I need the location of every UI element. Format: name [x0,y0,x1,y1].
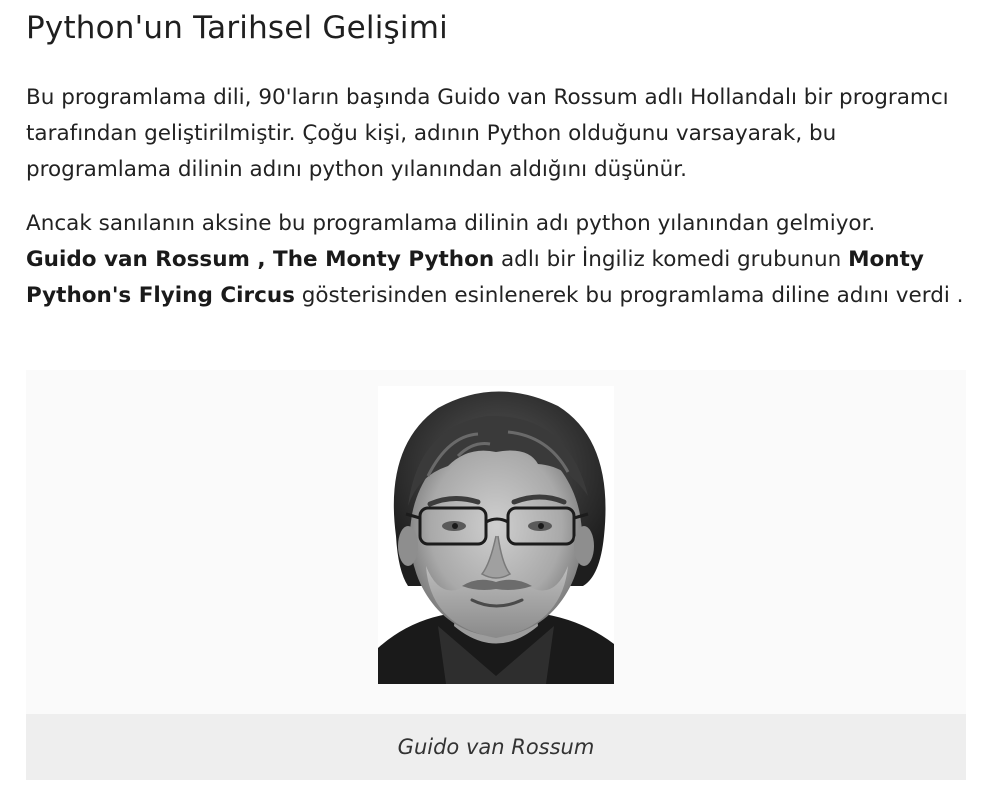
image-caption: Guido van Rossum [26,714,966,780]
portrait-illustration [378,386,614,684]
page-title: Python'un Tarihsel Gelişimi [26,10,448,46]
image-figure: Guido van Rossum [26,370,966,780]
portrait-photo [378,386,614,684]
paragraph-name-origin: Ancak sanılanın aksine bu programlama di… [26,206,976,314]
paragraph-text: adlı bir İngiliz komedi grubunun [494,247,849,272]
paragraph-line: Ancak sanılanın aksine bu programlama di… [26,211,876,236]
paragraph-text: gösterisinden esinlenerek bu programlama… [294,283,964,308]
bold-names: Guido van Rossum , The Monty Python [26,247,495,272]
paragraph-history: Bu programlama dili, 90'ların başında Gu… [26,85,949,182]
